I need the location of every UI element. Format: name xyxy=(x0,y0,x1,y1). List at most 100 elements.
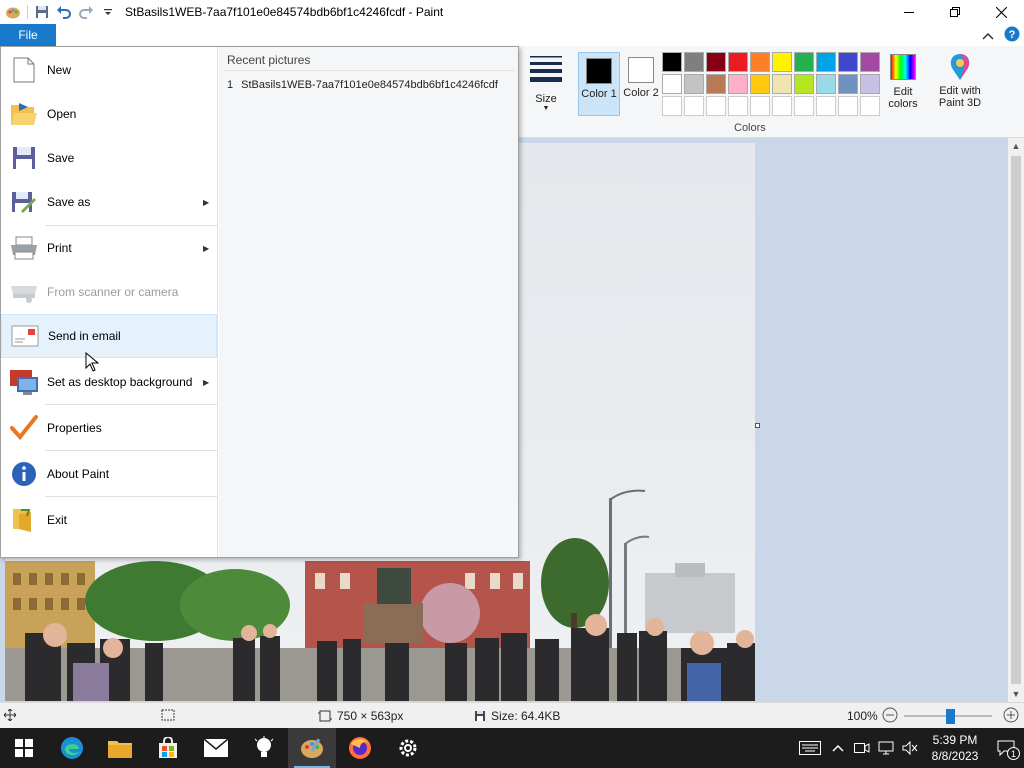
palette-swatch[interactable] xyxy=(706,96,726,116)
palette-swatch[interactable] xyxy=(772,74,792,94)
folder-icon xyxy=(108,741,132,758)
menu-item-about-paint[interactable]: About Paint xyxy=(1,452,217,496)
keyboard-icon[interactable] xyxy=(794,728,826,768)
menu-item-set-desktop-background[interactable]: Set as desktop background ▶ xyxy=(1,360,217,404)
taskbar-tips[interactable] xyxy=(240,728,288,768)
scroll-down-arrow-icon[interactable]: ▼ xyxy=(1008,686,1024,702)
palette-swatch[interactable] xyxy=(816,96,836,116)
menu-item-label: Send in email xyxy=(48,329,121,343)
save-icon[interactable] xyxy=(31,1,53,23)
size-button[interactable]: Size ▼ xyxy=(528,52,564,112)
menu-item-new[interactable]: New xyxy=(1,48,217,92)
zoom-out-button[interactable] xyxy=(882,707,898,723)
palette-swatch[interactable] xyxy=(706,74,726,94)
canvas-resize-handle-right[interactable] xyxy=(755,423,760,428)
menu-item-exit[interactable]: Exit xyxy=(1,498,217,542)
color1-selector[interactable]: Color 1 xyxy=(578,52,620,116)
vertical-scrollbar[interactable]: ▲ ▼ xyxy=(1008,138,1024,702)
restore-button[interactable] xyxy=(932,0,978,24)
meet-now-icon[interactable] xyxy=(850,728,874,768)
recent-item[interactable]: 1 StBasils1WEB-7aa7f101e0e84574bdb6bf1c4… xyxy=(227,79,498,91)
palette-swatch[interactable] xyxy=(860,96,880,116)
taskbar-settings[interactable] xyxy=(384,728,432,768)
paint-app-icon[interactable] xyxy=(2,1,24,23)
palette-swatch[interactable] xyxy=(750,52,770,72)
taskbar-paint[interactable] xyxy=(288,728,336,768)
menu-item-open[interactable]: Open xyxy=(1,92,217,136)
taskbar-store[interactable] xyxy=(144,728,192,768)
menu-divider xyxy=(45,450,217,451)
open-folder-icon xyxy=(1,92,47,136)
palette-swatch[interactable] xyxy=(684,96,704,116)
palette-swatch[interactable] xyxy=(662,52,682,72)
clock[interactable]: 5:39 PM 8/8/2023 xyxy=(922,732,988,764)
taskbar-file-explorer[interactable] xyxy=(96,728,144,768)
palette-swatch[interactable] xyxy=(728,96,748,116)
close-button[interactable] xyxy=(978,0,1024,24)
customize-qat-icon[interactable] xyxy=(97,1,119,23)
show-hidden-icons-chevron-icon[interactable] xyxy=(826,728,850,768)
zoom-in-button[interactable] xyxy=(1003,707,1019,723)
undo-icon[interactable] xyxy=(53,1,75,23)
palette-swatch[interactable] xyxy=(860,74,880,94)
palette-swatch[interactable] xyxy=(816,74,836,94)
save-disk-icon xyxy=(1,136,47,180)
palette-swatch[interactable] xyxy=(728,52,748,72)
palette-swatch[interactable] xyxy=(794,74,814,94)
minimize-button[interactable] xyxy=(886,0,932,24)
edit-colors-button[interactable]: Edit colors xyxy=(882,52,924,110)
palette-swatch[interactable] xyxy=(684,52,704,72)
action-center-icon[interactable]: 1 xyxy=(988,728,1024,768)
palette-swatch[interactable] xyxy=(662,96,682,116)
palette-swatch[interactable] xyxy=(838,52,858,72)
start-button[interactable] xyxy=(0,728,48,768)
menu-item-save[interactable]: Save xyxy=(1,136,217,180)
palette-swatch[interactable] xyxy=(750,96,770,116)
gear-icon xyxy=(399,739,417,757)
palette-swatch[interactable] xyxy=(750,74,770,94)
disk-icon xyxy=(475,711,485,721)
palette-swatch[interactable] xyxy=(816,52,836,72)
menu-item-label: Save as xyxy=(47,195,91,209)
palette-swatch[interactable] xyxy=(684,74,704,94)
palette-swatch[interactable] xyxy=(662,74,682,94)
help-icon[interactable]: ? xyxy=(1004,26,1020,45)
palette-swatch[interactable] xyxy=(772,52,792,72)
system-tray: 5:39 PM 8/8/2023 1 xyxy=(794,728,1024,768)
palette-swatch[interactable] xyxy=(728,74,748,94)
submenu-arrow-icon: ▶ xyxy=(203,197,210,207)
taskbar-firefox[interactable] xyxy=(336,728,384,768)
taskbar-mail[interactable] xyxy=(192,728,240,768)
menu-item-from-scanner[interactable]: From scanner or camera xyxy=(1,270,217,314)
menu-item-save-as[interactable]: Save as ▶ xyxy=(1,180,217,224)
menu-divider xyxy=(45,404,217,405)
palette-swatch[interactable] xyxy=(794,96,814,116)
menu-item-send-in-email[interactable]: Send in email xyxy=(1,314,217,358)
file-tab[interactable]: File xyxy=(0,24,56,46)
qat-separator xyxy=(27,5,28,19)
notification-badge: 1 xyxy=(1007,747,1020,760)
zoom-slider-thumb[interactable] xyxy=(946,709,955,724)
menu-item-label: Save xyxy=(47,151,75,165)
collapse-ribbon-icon[interactable] xyxy=(982,29,994,43)
palette-swatch[interactable] xyxy=(794,52,814,72)
recent-item-index: 1 xyxy=(227,79,234,91)
color1-swatch xyxy=(586,58,612,84)
scroll-up-arrow-icon[interactable]: ▲ xyxy=(1008,138,1024,154)
edit-paint3d-label: Edit with Paint 3D xyxy=(938,85,982,109)
palette-swatch[interactable] xyxy=(706,52,726,72)
palette-swatch[interactable] xyxy=(772,96,792,116)
volume-muted-icon[interactable] xyxy=(898,728,922,768)
scrollbar-thumb[interactable] xyxy=(1011,156,1021,684)
taskbar-edge[interactable] xyxy=(48,728,96,768)
network-icon[interactable] xyxy=(874,728,898,768)
palette-swatch[interactable] xyxy=(860,52,880,72)
edit-with-paint3d-button[interactable]: Edit with Paint 3D xyxy=(934,52,986,109)
redo-icon[interactable] xyxy=(75,1,97,23)
menu-item-print[interactable]: Print ▶ xyxy=(1,226,217,270)
size-label: Size xyxy=(535,93,557,105)
palette-swatch[interactable] xyxy=(838,74,858,94)
palette-swatch[interactable] xyxy=(838,96,858,116)
menu-item-properties[interactable]: Properties xyxy=(1,406,217,450)
color2-selector[interactable]: Color 2 xyxy=(620,52,662,116)
